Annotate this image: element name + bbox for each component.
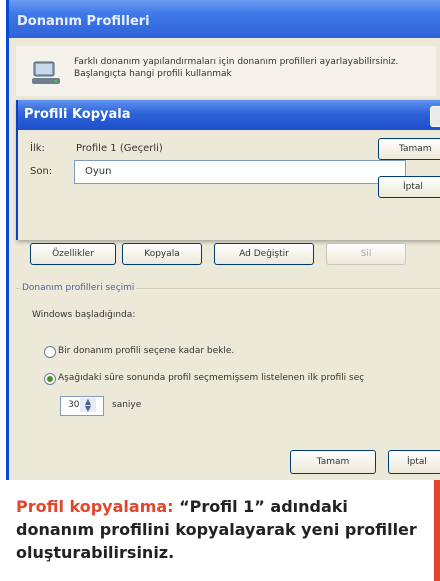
copy-profile-dialog: Profili Kopyala İlk: Profile 1 (Geçerli)… <box>16 100 440 240</box>
dialog-cancel-button[interactable]: İptal <box>378 176 440 198</box>
caption-text: Profil kopyalama: “Profil 1” adındaki do… <box>16 495 426 564</box>
seconds-spinner[interactable]: ▲ ▼ <box>80 398 96 413</box>
wait-radio[interactable] <box>44 346 56 358</box>
to-name-value: Oyun <box>85 166 112 177</box>
accent-edge <box>434 480 440 581</box>
timeout-radio[interactable] <box>44 373 56 385</box>
to-label: Son: <box>30 166 53 177</box>
screenshot-stage: Donanım Profilleri Farklı donanım yapıla… <box>0 0 440 581</box>
seconds-unit-label: saniye <box>112 400 142 410</box>
rename-button[interactable]: Ad Değiştir <box>214 243 314 265</box>
from-label: İlk: <box>30 143 45 154</box>
dialog-title: Profili Kopyala <box>24 107 131 122</box>
seconds-value: 30 <box>68 400 80 410</box>
spinner-down-icon[interactable]: ▼ <box>80 405 96 413</box>
delete-button[interactable]: Sil <box>326 243 406 265</box>
close-button[interactable] <box>430 106 440 127</box>
startup-label: Windows başladığında: <box>32 310 136 320</box>
caption-lead: Profil kopyalama: <box>16 497 174 516</box>
ok-button[interactable]: Tamam <box>290 450 376 474</box>
intro-description: Farklı donanım yapılandırmaları için don… <box>74 57 399 79</box>
computer-icon <box>32 61 60 84</box>
from-value: Profile 1 (Geçerli) <box>76 143 163 154</box>
intro-panel: Farklı donanım yapılandırmaları için don… <box>16 46 436 96</box>
window-title: Donanım Profilleri <box>17 14 150 29</box>
group-title: Donanım profilleri seçimi <box>20 283 137 293</box>
copy-button[interactable]: Kopyala <box>122 243 202 265</box>
hardware-profiles-titlebar[interactable]: Donanım Profilleri <box>9 0 440 38</box>
properties-button[interactable]: Özellikler <box>30 243 116 265</box>
dialog-ok-button[interactable]: Tamam <box>378 138 440 160</box>
wait-option-label[interactable]: Bir donanım profili seçene kadar bekle. <box>58 346 234 356</box>
timeout-option-label[interactable]: Aşağıdaki süre sonunda profil seçmemişse… <box>58 373 434 383</box>
to-name-input[interactable]: Oyun <box>74 160 406 184</box>
copy-profile-titlebar[interactable]: Profili Kopyala <box>18 100 440 130</box>
cancel-button[interactable]: İptal <box>388 450 440 474</box>
